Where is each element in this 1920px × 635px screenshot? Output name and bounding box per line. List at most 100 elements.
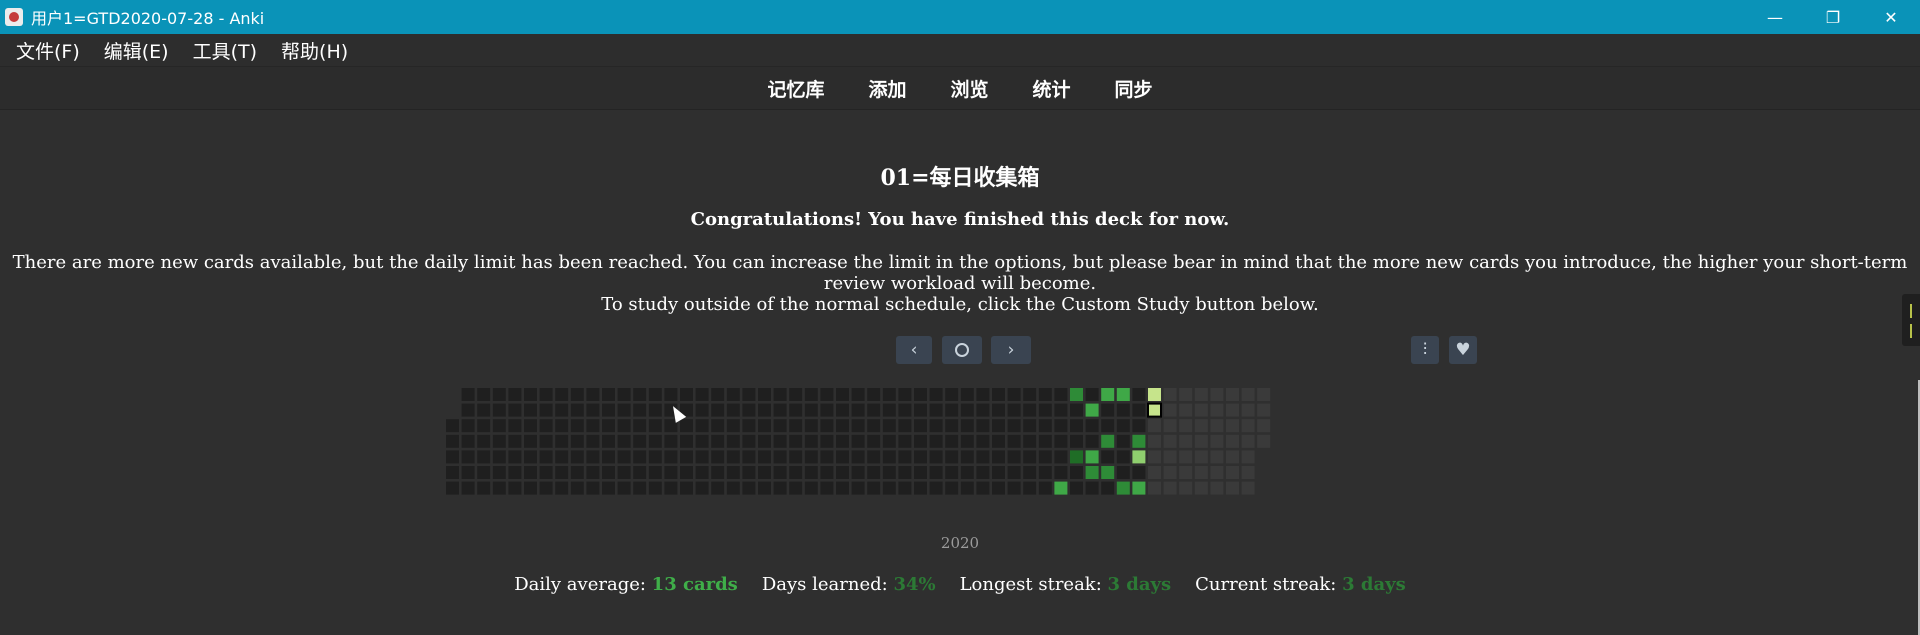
heatmap-day-cell[interactable] bbox=[960, 388, 974, 401]
heatmap-day-cell[interactable] bbox=[680, 388, 693, 401]
heatmap-day-cell[interactable] bbox=[804, 403, 818, 417]
heatmap-day-cell[interactable] bbox=[461, 403, 475, 417]
heatmap-day-cell[interactable] bbox=[929, 450, 943, 464]
heatmap-day-cell[interactable] bbox=[1257, 403, 1271, 417]
heatmap-day-cell[interactable] bbox=[960, 466, 974, 479]
heatmap-day-cell[interactable] bbox=[1023, 403, 1037, 417]
heatmap-day-cell[interactable] bbox=[1116, 434, 1130, 448]
heatmap-day-cell[interactable] bbox=[711, 466, 725, 479]
heatmap-day-cell[interactable] bbox=[867, 466, 881, 479]
heatmap-day-cell[interactable] bbox=[570, 434, 584, 448]
heatmap-day-cell[interactable] bbox=[836, 403, 849, 417]
heatmap-day-cell[interactable] bbox=[570, 450, 584, 464]
heatmap-day-cell[interactable] bbox=[477, 481, 491, 495]
heatmap-day-cell[interactable] bbox=[820, 434, 834, 448]
heatmap-day-cell[interactable] bbox=[820, 419, 834, 433]
heatmap-day-cell[interactable] bbox=[1210, 419, 1224, 433]
heatmap-day-cell[interactable] bbox=[1226, 403, 1239, 417]
heatmap-day-cell[interactable] bbox=[882, 419, 896, 433]
heatmap-day-cell[interactable] bbox=[742, 450, 756, 464]
heatmap-day-cell[interactable] bbox=[555, 481, 569, 495]
heatmap-day-cell[interactable] bbox=[492, 434, 506, 448]
heatmap-day-cell[interactable] bbox=[555, 388, 569, 401]
heatmap-day-cell[interactable] bbox=[726, 434, 740, 448]
heatmap-day-cell[interactable] bbox=[960, 450, 974, 464]
heatmap-day-cell[interactable] bbox=[602, 388, 615, 401]
heatmap-day-cell[interactable] bbox=[1007, 466, 1021, 479]
heatmap-day-cell[interactable] bbox=[1038, 403, 1052, 417]
heatmap-day-cell[interactable] bbox=[851, 450, 865, 464]
heatmap-day-cell[interactable] bbox=[945, 419, 959, 433]
heatmap-day-cell[interactable] bbox=[524, 434, 537, 448]
heatmap-day-cell[interactable] bbox=[617, 388, 631, 401]
toolbar-stats-link[interactable]: 统计 bbox=[1033, 75, 1071, 102]
heatmap-day-cell[interactable] bbox=[867, 419, 881, 433]
heatmap-day-cell[interactable] bbox=[1116, 419, 1130, 433]
heatmap-day-cell[interactable] bbox=[664, 466, 678, 479]
heatmap-day-cell[interactable] bbox=[758, 450, 771, 464]
heatmap-day-cell[interactable] bbox=[1179, 388, 1193, 401]
heatmap-day-cell[interactable] bbox=[695, 388, 709, 401]
heatmap-day-cell[interactable] bbox=[508, 388, 522, 401]
heatmap-day-cell[interactable] bbox=[789, 450, 803, 464]
heatmap-day-cell[interactable] bbox=[758, 466, 771, 479]
heatmap-day-cell[interactable] bbox=[602, 419, 615, 433]
heatmap-day-cell[interactable] bbox=[477, 419, 491, 433]
heatmap-day-cell[interactable] bbox=[1163, 419, 1177, 433]
heatmap-day-cell[interactable] bbox=[648, 450, 662, 464]
heatmap-day-cell[interactable] bbox=[1116, 403, 1130, 417]
heatmap-day-cell[interactable] bbox=[570, 403, 584, 417]
heatmap-day-cell[interactable] bbox=[929, 403, 943, 417]
heatmap-day-cell[interactable] bbox=[602, 481, 615, 495]
heatmap-day-cell[interactable] bbox=[992, 434, 1005, 448]
heatmap-day-cell[interactable] bbox=[836, 388, 849, 401]
heatmap-day-cell[interactable] bbox=[836, 434, 849, 448]
heatmap-day-cell[interactable] bbox=[742, 434, 756, 448]
heatmap-day-cell[interactable] bbox=[1194, 403, 1208, 417]
heatmap-day-cell[interactable] bbox=[898, 403, 912, 417]
heatmap-day-cell[interactable] bbox=[836, 419, 849, 433]
heatmap-day-cell[interactable] bbox=[1148, 434, 1161, 448]
heatmap-day-cell[interactable] bbox=[836, 450, 849, 464]
heatmap-day-cell[interactable] bbox=[461, 450, 475, 464]
heatmap-day-cell[interactable] bbox=[664, 388, 678, 401]
toolbar-sync-link[interactable]: 同步 bbox=[1115, 75, 1153, 102]
heatmap-day-cell[interactable] bbox=[446, 481, 459, 495]
heatmap-day-cell[interactable] bbox=[1070, 481, 1083, 495]
heatmap-day-cell[interactable] bbox=[789, 403, 803, 417]
heatmap-day-cell[interactable] bbox=[680, 434, 693, 448]
heatmap-day-cell[interactable] bbox=[1241, 450, 1255, 464]
heatmap-day-cell[interactable] bbox=[960, 403, 974, 417]
heatmap-day-cell[interactable] bbox=[898, 481, 912, 495]
heatmap-day-cell[interactable] bbox=[1054, 388, 1068, 401]
heatmap-day-cell[interactable] bbox=[633, 434, 647, 448]
heatmap-day-cell[interactable] bbox=[1023, 388, 1037, 401]
heatmap-day-cell[interactable] bbox=[851, 419, 865, 433]
heatmap-day-cell[interactable] bbox=[976, 481, 990, 495]
heatmap-day-cell[interactable] bbox=[1194, 388, 1208, 401]
heatmap-day-cell[interactable] bbox=[1101, 434, 1115, 448]
heatmap-day-cell[interactable] bbox=[492, 419, 506, 433]
heatmap-day-cell[interactable] bbox=[539, 403, 553, 417]
heatmap-day-cell[interactable] bbox=[976, 466, 990, 479]
heatmap-day-cell[interactable] bbox=[882, 388, 896, 401]
heatmap-day-cell[interactable] bbox=[945, 450, 959, 464]
heatmap-day-cell[interactable] bbox=[648, 388, 662, 401]
heatmap-day-cell[interactable] bbox=[929, 388, 943, 401]
heatmap-day-cell[interactable] bbox=[1038, 450, 1052, 464]
toolbar-browse-link[interactable]: 浏览 bbox=[950, 75, 988, 102]
heatmap-day-cell[interactable] bbox=[976, 450, 990, 464]
heatmap-day-cell[interactable] bbox=[1132, 466, 1146, 479]
heatmap-day-cell[interactable] bbox=[1070, 466, 1083, 479]
heatmap-day-cell[interactable] bbox=[742, 466, 756, 479]
heatmap-day-cell[interactable] bbox=[882, 403, 896, 417]
heatmap-day-cell[interactable] bbox=[1148, 481, 1161, 495]
heatmap-day-cell[interactable] bbox=[695, 481, 709, 495]
heatmap-day-cell[interactable] bbox=[695, 466, 709, 479]
heatmap-day-cell[interactable] bbox=[1132, 419, 1146, 433]
heatmap-day-cell[interactable] bbox=[570, 481, 584, 495]
heatmap-day-cell[interactable] bbox=[664, 450, 678, 464]
heatmap-day-cell[interactable] bbox=[1085, 434, 1099, 448]
close-button[interactable]: ✕ bbox=[1862, 0, 1920, 34]
heatmap-day-cell[interactable] bbox=[726, 481, 740, 495]
